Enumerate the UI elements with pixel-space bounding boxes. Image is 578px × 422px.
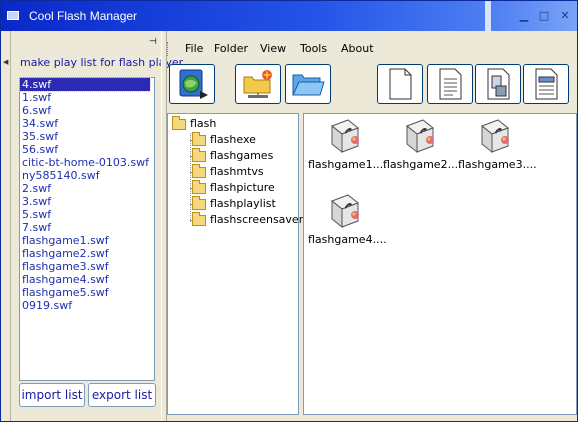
playlist-item[interactable]: 0919.swf	[20, 299, 154, 312]
flash-file-icon	[331, 119, 359, 154]
playlist-listbox[interactable]: 4.swf 1.swf 6.swf 34.swf 35.swf 56.swf citic-b…	[19, 77, 155, 381]
tree-label: flashscreensaver	[210, 213, 304, 226]
playlist-item[interactable]: ny585140.swf	[20, 169, 154, 182]
menu-folder[interactable]: Folder	[214, 42, 248, 55]
panel-collapse-strip[interactable]: ◀	[2, 31, 11, 421]
playlist-item[interactable]: flashgame4.swf	[20, 273, 154, 286]
tree-item-flashgames[interactable]: flashgames	[192, 147, 274, 164]
app-window: Cool Flash Manager ▁ □ ✕ ◀ ⊣ make play l…	[0, 0, 578, 422]
tree-connector	[190, 133, 191, 222]
tree-label: flashplaylist	[210, 197, 276, 210]
toolbar	[167, 61, 577, 111]
playlist-item[interactable]: flashgame2.swf	[20, 247, 154, 260]
flash-file-icon	[331, 194, 359, 229]
file-tile[interactable]: flashgame3....	[458, 116, 537, 171]
toolbar-button-list-document[interactable]	[523, 64, 569, 104]
tree-label: flashmtvs	[210, 165, 264, 178]
collapse-arrow-icon[interactable]: ◀	[3, 58, 8, 66]
flash-file-icon	[406, 119, 434, 154]
file-label: flashgame2....	[383, 158, 462, 171]
playlist-item[interactable]: 34.swf	[20, 117, 154, 130]
import-list-button[interactable]: import list	[19, 383, 85, 407]
playlist-panel-title: make play list for flash player	[20, 56, 184, 69]
playlist-item[interactable]: 2.swf	[20, 182, 154, 195]
menu-tools[interactable]: Tools	[300, 42, 327, 55]
tree-label: flashpicture	[210, 181, 275, 194]
playlist-item[interactable]: 7.swf	[20, 221, 154, 234]
globe-play-icon	[179, 69, 208, 99]
playlist-item[interactable]: 6.swf	[20, 104, 154, 117]
file-view[interactable]: flashgame1.... flashgame2.... flashgame3..…	[303, 113, 577, 415]
file-label: flashgame4....	[308, 233, 387, 246]
device-document-icon	[487, 68, 510, 100]
toolbar-button-open-folder[interactable]	[285, 64, 331, 104]
tree-item-flashexe[interactable]: flashexe	[192, 131, 256, 148]
toolbar-button-new-document[interactable]	[377, 64, 423, 104]
minimize-button[interactable]: ▁	[516, 9, 532, 23]
file-tile[interactable]: flashgame4....	[308, 191, 387, 246]
playlist-item[interactable]: 3.swf	[20, 195, 154, 208]
folder-icon	[172, 115, 186, 130]
playlist-item[interactable]: citic-bt-home-0103.swf	[20, 156, 154, 169]
close-button[interactable]: ✕	[557, 9, 573, 23]
menu-about[interactable]: About	[341, 42, 374, 55]
tree-item-flashmtvs[interactable]: flashmtvs	[192, 163, 264, 180]
playlist-item[interactable]: 35.swf	[20, 130, 154, 143]
file-tile[interactable]: flashgame1....	[308, 116, 387, 171]
tree-item-flashscreensaver[interactable]: flashscreensaver	[192, 211, 304, 228]
tree-label: flashexe	[210, 133, 256, 146]
toolbar-button-text-document[interactable]	[427, 64, 473, 104]
playlist-panel: ⊣ make play list for flash player 4.swf 1…	[13, 34, 183, 410]
playlist-item[interactable]: 5.swf	[20, 208, 154, 221]
tree-item-flashpicture[interactable]: flashpicture	[192, 179, 275, 196]
tree-label: flash	[190, 117, 217, 130]
tree-item-flashplaylist[interactable]: flashplaylist	[192, 195, 276, 212]
toolbar-button-device-document[interactable]	[475, 64, 521, 104]
maximize-button[interactable]: □	[536, 9, 552, 23]
folder-icon	[192, 195, 206, 210]
folder-tree[interactable]: flash flashexe flashgames flashmtvs flashpi…	[167, 113, 303, 415]
playlist-item[interactable]: 4.swf	[19, 77, 151, 92]
folder-icon	[192, 131, 206, 146]
toolbar-button-network-folder[interactable]	[235, 64, 281, 104]
blank-document-icon	[389, 68, 412, 100]
open-folder-icon	[292, 74, 325, 96]
export-list-button[interactable]: export list	[88, 383, 156, 407]
folder-icon	[192, 163, 206, 178]
playlist-item[interactable]: 56.swf	[20, 143, 154, 156]
tree-label: flashgames	[210, 149, 274, 162]
playlist-item[interactable]: flashgame3.swf	[20, 260, 154, 273]
menu-view[interactable]: View	[260, 42, 286, 55]
playlist-item[interactable]: flashgame1.swf	[20, 234, 154, 247]
toolbar-button-play[interactable]	[169, 64, 215, 104]
menu-grip[interactable]	[167, 42, 171, 56]
playlist-item[interactable]: 1.swf	[20, 91, 154, 104]
folder-icon	[192, 211, 206, 226]
title-bar[interactable]: Cool Flash Manager ▁ □ ✕	[1, 1, 577, 31]
text-document-icon	[439, 68, 462, 100]
window-title: Cool Flash Manager	[29, 9, 138, 23]
network-folder-icon	[243, 70, 272, 98]
folder-icon	[192, 179, 206, 194]
title-bar-highlight	[485, 1, 491, 31]
menu-file[interactable]: File	[185, 42, 203, 55]
open-folder-icon	[192, 147, 206, 162]
menu-bar: File Folder View Tools About	[167, 39, 577, 59]
pin-icon[interactable]: ⊣	[149, 37, 159, 47]
file-tile[interactable]: flashgame2....	[383, 116, 462, 171]
app-icon	[7, 11, 19, 20]
flash-file-icon	[481, 119, 509, 154]
tree-root-flash[interactable]: flash	[172, 115, 217, 132]
file-label: flashgame1....	[308, 158, 387, 171]
list-document-icon	[535, 68, 558, 100]
playlist-item[interactable]: flashgame5.swf	[20, 286, 154, 299]
file-label: flashgame3....	[458, 158, 537, 171]
